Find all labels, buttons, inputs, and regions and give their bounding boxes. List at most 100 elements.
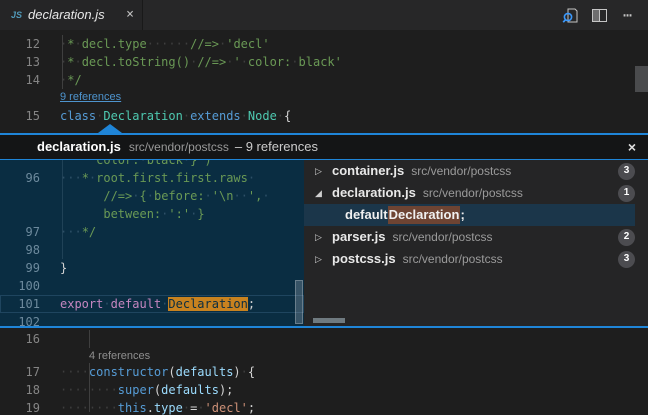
chevron-expanded-icon[interactable]: ◢ xyxy=(315,184,332,202)
search-file-icon[interactable] xyxy=(560,5,580,25)
indent-guide xyxy=(62,35,63,89)
peek-close-icon[interactable]: × xyxy=(628,138,636,156)
code-line: 98 xyxy=(0,241,304,259)
line-number xyxy=(0,205,40,223)
peek-references-widget: declaration.js src/vendor/postcss – 9 re… xyxy=(0,133,648,328)
peek-title-meta: – 9 references xyxy=(235,138,318,156)
line-number: 98 xyxy=(0,241,40,259)
reference-count-badge: 3 xyxy=(618,163,635,180)
code-text: ········super(defaults); xyxy=(40,381,233,399)
indent-guide xyxy=(89,330,90,348)
reference-filename: parser.js xyxy=(332,228,386,246)
line-number: 17 xyxy=(0,363,40,381)
js-file-icon: JS xyxy=(11,6,22,24)
peek-code: color:·black·}')96···*·root.first.first.… xyxy=(0,160,304,326)
split-editor-icon[interactable] xyxy=(589,5,609,25)
line-number: 13 xyxy=(0,53,40,71)
editor-bottom-code: 16 4 references 17····constructor(defaults… xyxy=(0,330,648,415)
tab-close-icon[interactable]: × xyxy=(126,6,134,24)
tab-declaration-js[interactable]: JS declaration.js × xyxy=(0,0,143,30)
reference-match-row[interactable]: default Declaration; xyxy=(304,204,635,226)
code-text: ·*·decl.toString()·//=>·'·color:·black' xyxy=(40,53,342,71)
indent-guide xyxy=(89,363,90,412)
code-line: 96···*·root.first.first.raws· xyxy=(0,169,304,187)
code-text xyxy=(40,277,60,295)
reference-list: ▷container.jssrc/vendor/postcss3◢declara… xyxy=(304,160,648,326)
line-number: 96 xyxy=(0,169,40,187)
codelens-row: 4 references xyxy=(0,348,648,363)
code-line: 19········this.type·=·'decl'; xyxy=(0,399,648,415)
code-line: 99} xyxy=(0,259,304,277)
line-number: 97 xyxy=(0,223,40,241)
chevron-collapsed-icon[interactable]: ▷ xyxy=(315,228,332,246)
vscode-window: JS declaration.js × ⋯ 1 xyxy=(0,0,648,415)
reference-path: src/vendor/postcss xyxy=(423,184,523,202)
code-text xyxy=(40,330,60,348)
indent-guide xyxy=(62,160,63,259)
code-line: 15class·Declaration·extends·Node·{ xyxy=(0,107,648,125)
code-line: 16 xyxy=(0,330,648,348)
line-number: 14 xyxy=(0,71,40,89)
codelens-references-link[interactable]: 4 references xyxy=(89,348,150,363)
code-line: 102 xyxy=(0,313,304,326)
code-line: between:·':'·} xyxy=(0,205,304,223)
code-text: ····constructor(defaults)·{ xyxy=(40,363,255,381)
reference-count-badge: 3 xyxy=(618,251,635,268)
line-number xyxy=(0,187,40,205)
peek-header: declaration.js src/vendor/postcss – 9 re… xyxy=(0,133,648,160)
reference-filename: declaration.js xyxy=(332,184,416,202)
line-number: 19 xyxy=(0,399,40,415)
line-number: 99 xyxy=(0,259,40,277)
reference-file-row[interactable]: ◢declaration.js src/vendor/postcss 1 xyxy=(304,182,635,204)
code-line: //=>·{·before:·'\n··',· xyxy=(0,187,304,205)
reference-count-badge: 2 xyxy=(618,229,635,246)
reference-file-row[interactable]: ▷postcss.jssrc/vendor/postcss3 xyxy=(304,248,635,270)
code-text: ·*/ xyxy=(40,71,82,89)
split-editor-glyph xyxy=(592,9,607,22)
code-line: 12·*·decl.type······//=>·'decl' xyxy=(0,35,648,53)
code-text: ···*/ xyxy=(40,223,96,241)
editor-bottom: 16 4 references 17····constructor(defaults… xyxy=(0,328,648,412)
code-text: export·default·Declaration; xyxy=(40,295,255,313)
editor-actions: ⋯ xyxy=(560,0,648,30)
peek-title-filename: declaration.js xyxy=(37,138,121,156)
line-number: 102 xyxy=(0,313,40,326)
chevron-collapsed-icon[interactable]: ▷ xyxy=(315,250,332,268)
line-number: 18 xyxy=(0,381,40,399)
code-text: ·*·decl.type······//=>·'decl' xyxy=(40,35,270,53)
line-number: 101 xyxy=(0,295,40,313)
line-number: 16 xyxy=(0,330,40,348)
code-text xyxy=(40,313,60,326)
reference-path: src/vendor/postcss xyxy=(411,162,511,180)
peek-editor-scrollbar[interactable] xyxy=(295,280,303,324)
code-text xyxy=(40,241,60,259)
peek-title-path: src/vendor/postcss xyxy=(129,138,229,156)
code-text: //=>·{·before:·'\n··',· xyxy=(40,187,270,205)
code-line: 101export·default·Declaration; xyxy=(0,295,304,313)
line-number: 100 xyxy=(0,277,40,295)
code-text: class·Declaration·extends·Node·{ xyxy=(40,107,291,125)
reference-count-badge: 1 xyxy=(618,185,635,202)
reference-file-row[interactable]: ▷container.jssrc/vendor/postcss3 xyxy=(304,160,635,182)
more-actions-icon[interactable]: ⋯ xyxy=(618,5,638,25)
editor-scrollbar[interactable] xyxy=(635,66,648,92)
tab-bar: JS declaration.js × ⋯ xyxy=(0,0,648,30)
codelens-row: 9 references xyxy=(0,89,648,107)
codelens-references-link[interactable]: 9 references xyxy=(60,89,121,107)
line-number: 15 xyxy=(0,107,40,125)
peek-editor: color:·black·}')96···*·root.first.first.… xyxy=(0,160,304,326)
peek-arrow xyxy=(98,124,122,133)
code-text: between:·':'·} xyxy=(40,205,205,223)
editor-top-code: 12·*·decl.type······//=>·'decl'13·*·decl… xyxy=(0,35,648,125)
match-highlight: Declaration xyxy=(388,206,461,224)
code-line: 100 xyxy=(0,277,304,295)
line-number: 12 xyxy=(0,35,40,53)
reference-list-hscrollbar[interactable] xyxy=(313,318,345,323)
code-line: 14·*/ xyxy=(0,71,648,89)
tab-label: declaration.js xyxy=(28,6,122,24)
chevron-collapsed-icon[interactable]: ▷ xyxy=(315,162,332,180)
reference-filename: postcss.js xyxy=(332,250,396,268)
reference-file-row[interactable]: ▷parser.jssrc/vendor/postcss2 xyxy=(304,226,635,248)
peek-body: color:·black·}')96···*·root.first.first.… xyxy=(0,160,648,328)
code-text: ········this.type·=·'decl'; xyxy=(40,399,255,415)
